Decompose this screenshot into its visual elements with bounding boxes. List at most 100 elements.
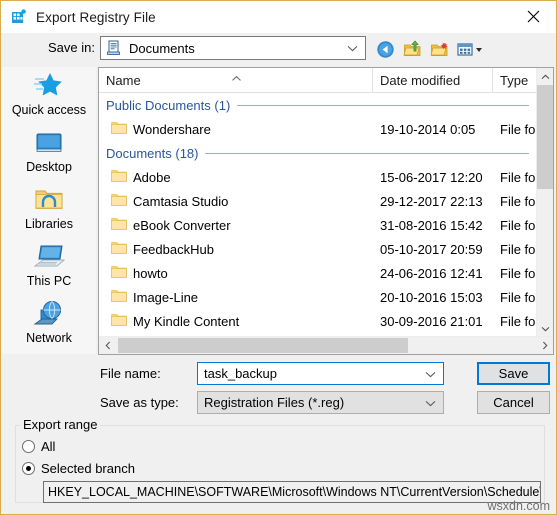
- radio-export-all[interactable]: All: [22, 439, 55, 454]
- chevron-down-icon[interactable]: [425, 365, 436, 383]
- sidebar-label: Quick access: [11, 103, 87, 117]
- back-arrow-icon[interactable]: [373, 38, 397, 60]
- file-name-label: Adobe: [133, 169, 171, 185]
- group-header[interactable]: Public Documents (1): [99, 93, 535, 117]
- radio-label: Selected branch: [41, 461, 135, 476]
- file-name-value: task_backup: [204, 366, 277, 381]
- new-folder-icon[interactable]: [427, 38, 451, 60]
- list-item[interactable]: FeedbackHub 05-10-2017 20:59 File fol: [99, 237, 535, 261]
- sidebar-item-libraries[interactable]: Libraries: [2, 181, 96, 238]
- group-header-rule: [205, 152, 529, 154]
- branch-path-value: HKEY_LOCAL_MACHINE\SOFTWARE\Microsoft\Wi…: [48, 485, 541, 499]
- file-type-label: File fol: [500, 217, 535, 233]
- list-item[interactable]: My Kindle Content 30-09-2016 21:01 File …: [99, 309, 535, 333]
- cancel-button[interactable]: Cancel: [477, 391, 550, 414]
- scroll-right-icon[interactable]: [536, 337, 553, 354]
- chevron-down-icon[interactable]: [425, 394, 436, 412]
- navigation-toolbar: [373, 37, 491, 61]
- save-as-type-select[interactable]: Registration Files (*.reg): [197, 391, 444, 414]
- quick-access-star-icon: [33, 70, 65, 102]
- watermark: wsxdn.com: [487, 499, 550, 513]
- file-type-label: File fol: [500, 289, 535, 305]
- views-menu-icon[interactable]: [454, 38, 488, 60]
- places-bar: Quick access Desktop Libraries This PC N…: [2, 67, 96, 354]
- file-date-label: 30-09-2016 21:01: [380, 313, 483, 329]
- branch-path-input[interactable]: HKEY_LOCAL_MACHINE\SOFTWARE\Microsoft\Wi…: [43, 481, 541, 503]
- sidebar-item-desktop[interactable]: Desktop: [2, 124, 96, 181]
- file-name-label: howto: [133, 265, 168, 281]
- file-type-label: File fol: [500, 169, 535, 185]
- file-name-input[interactable]: task_backup: [197, 362, 444, 385]
- column-header-label: Date modified: [380, 72, 461, 88]
- file-date-label: 29-12-2017 22:13: [380, 193, 483, 209]
- scroll-up-icon[interactable]: [537, 68, 553, 85]
- folder-icon: [111, 313, 127, 329]
- column-header-name[interactable]: Name: [99, 68, 373, 92]
- radio-icon-selected: [22, 462, 35, 475]
- group-header[interactable]: Documents (18): [99, 141, 535, 165]
- vertical-scrollbar-thumb[interactable]: [537, 85, 553, 189]
- radio-export-selected-branch[interactable]: Selected branch: [22, 461, 135, 476]
- horizontal-scrollbar[interactable]: [99, 336, 553, 354]
- sort-ascending-icon: [231, 70, 242, 85]
- folder-icon: [111, 169, 127, 185]
- list-item[interactable]: Wondershare 19-10-2014 0:05 File fol: [99, 117, 535, 141]
- file-name-label: FeedbackHub: [133, 241, 214, 257]
- list-item[interactable]: Adobe 15-06-2017 12:20 File fol: [99, 165, 535, 189]
- vertical-scrollbar[interactable]: [536, 68, 553, 337]
- export-range-title: Export range: [20, 417, 101, 432]
- column-headers: Name Date modified Type: [99, 68, 553, 93]
- radio-icon: [22, 440, 35, 453]
- sidebar-label: This PC: [26, 274, 72, 288]
- horizontal-scrollbar-thumb[interactable]: [118, 338, 408, 353]
- window-title: Export Registry File: [36, 9, 156, 25]
- close-icon[interactable]: [510, 1, 556, 32]
- group-header-rule: [237, 104, 529, 106]
- save-in-value: Documents: [129, 40, 195, 56]
- file-rows-area: Public Documents (1) Wondershare 19-10-2…: [99, 93, 535, 336]
- list-item[interactable]: howto 24-06-2016 12:41 File fol: [99, 261, 535, 285]
- file-name-label: Camtasia Studio: [133, 193, 229, 209]
- scroll-down-icon[interactable]: [537, 320, 553, 337]
- folder-icon: [111, 241, 127, 257]
- sidebar-label: Desktop: [26, 160, 72, 174]
- folder-icon: [111, 121, 127, 137]
- file-type-label: File fol: [500, 265, 535, 281]
- save-in-label: Save in:: [48, 40, 95, 55]
- save-in-combo[interactable]: Documents: [100, 36, 366, 60]
- radio-label: All: [41, 439, 56, 454]
- save-as-type-label: Save as type:: [100, 395, 179, 410]
- export-registry-file-dialog: Export Registry File Save in: Documents: [0, 0, 557, 515]
- up-one-level-icon[interactable]: [400, 38, 424, 60]
- sidebar-item-quick-access[interactable]: Quick access: [2, 67, 96, 124]
- folder-icon: [111, 193, 127, 209]
- sidebar-item-this-pc[interactable]: This PC: [2, 238, 96, 295]
- file-date-label: 19-10-2014 0:05: [380, 121, 476, 137]
- save-as-type-value: Registration Files (*.reg): [204, 395, 345, 410]
- group-header-label: Public Documents (1): [106, 97, 231, 113]
- file-name-label: Wondershare: [133, 121, 211, 137]
- sidebar-label: Network: [26, 331, 72, 345]
- file-type-label: File fol: [500, 241, 535, 257]
- list-item[interactable]: eBook Converter 31-08-2016 15:42 File fo…: [99, 213, 535, 237]
- list-item[interactable]: Camtasia Studio 29-12-2017 22:13 File fo…: [99, 189, 535, 213]
- scroll-left-icon[interactable]: [99, 337, 116, 354]
- group-header-label: Documents (18): [106, 145, 199, 161]
- column-header-label: Type: [500, 72, 529, 88]
- chevron-down-icon: [347, 39, 358, 57]
- file-date-label: 24-06-2016 12:41: [380, 265, 483, 281]
- this-pc-icon: [33, 241, 65, 273]
- column-header-date-modified[interactable]: Date modified: [373, 68, 493, 92]
- libraries-folder-icon: [33, 184, 65, 216]
- save-button[interactable]: Save: [477, 362, 550, 385]
- file-date-label: 05-10-2017 20:59: [380, 241, 483, 257]
- sidebar-item-network[interactable]: Network: [2, 295, 96, 352]
- column-header-label: Name: [106, 72, 141, 88]
- file-date-label: 20-10-2016 15:03: [380, 289, 483, 305]
- desktop-monitor-icon: [33, 127, 65, 159]
- folder-icon: [111, 265, 127, 281]
- list-item[interactable]: Image-Line 20-10-2016 15:03 File fol: [99, 285, 535, 309]
- file-type-label: File fol: [500, 121, 535, 137]
- folder-icon: [111, 217, 127, 233]
- file-list: Name Date modified Type Public Documents…: [98, 67, 554, 355]
